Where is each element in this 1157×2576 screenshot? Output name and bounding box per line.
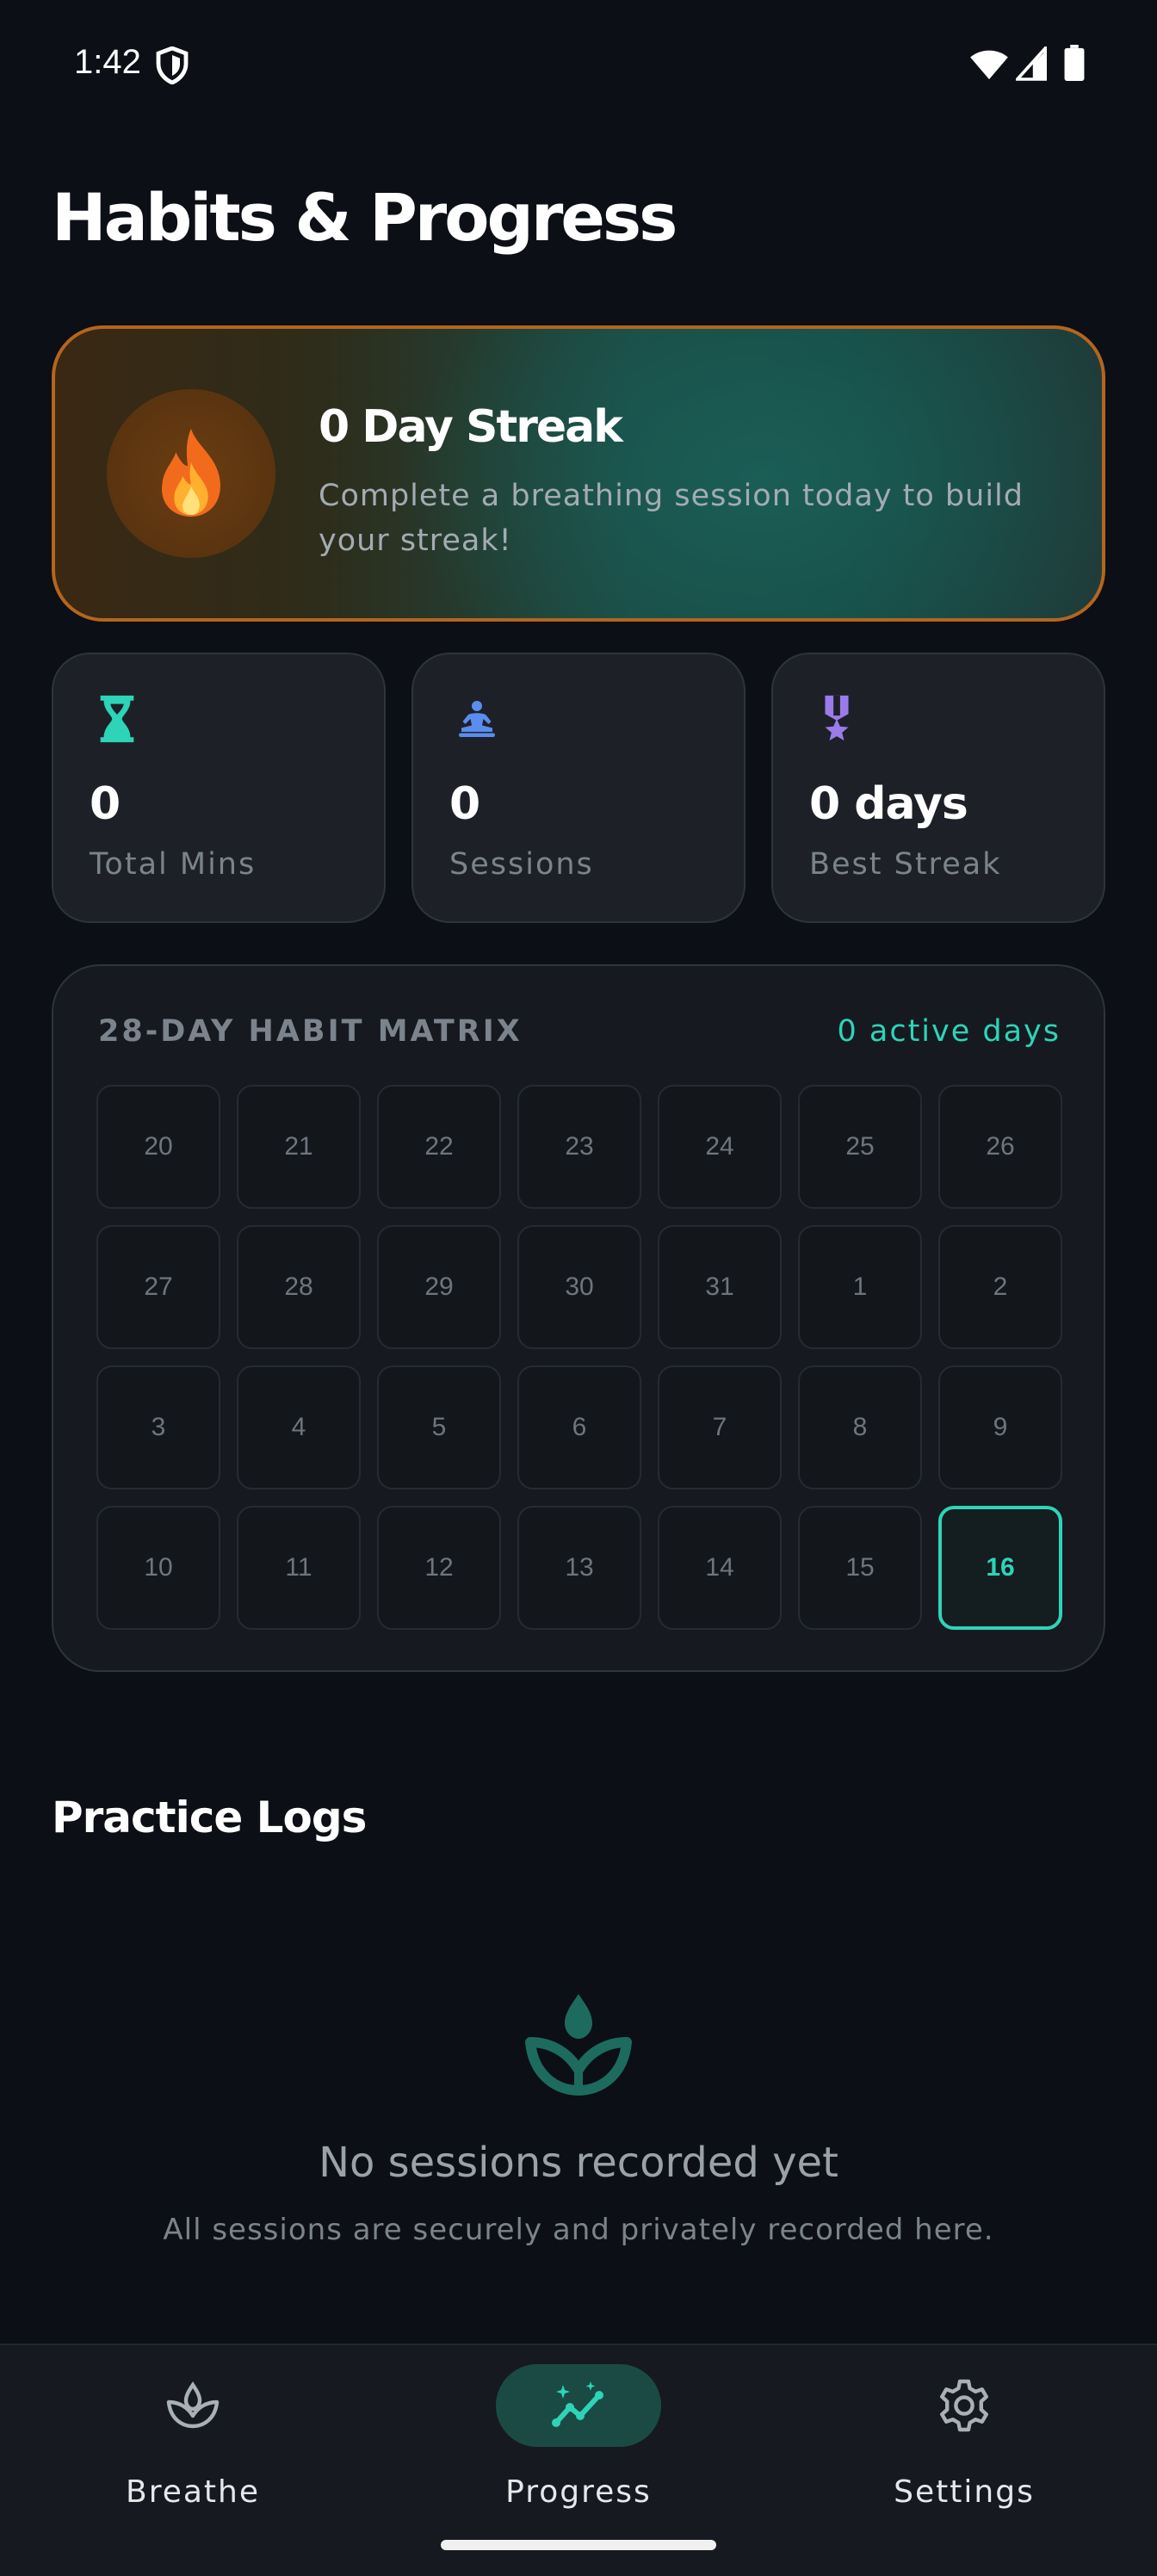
stat-card-total-mins: 0 Total Mins (52, 653, 386, 923)
stat-card-best-streak: 0 days Best Streak (771, 653, 1105, 923)
day-cell: 30 (517, 1225, 641, 1349)
stat-value: 0 (90, 778, 121, 830)
stat-value: 0 (449, 778, 480, 830)
nav-item-breathe[interactable]: Breathe (0, 2345, 386, 2576)
matrix-title: 28-DAY HABIT MATRIX (98, 1014, 523, 1049)
day-cell: 24 (658, 1085, 782, 1209)
medal-icon (825, 695, 849, 741)
nav-label: Settings (894, 2474, 1035, 2510)
status-bar: 1:42 (0, 0, 1157, 129)
leaf-sprout-icon (525, 1994, 632, 2096)
nav-item-settings[interactable]: Settings (771, 2345, 1157, 2576)
shield-icon (156, 46, 189, 84)
day-cell: 26 (938, 1085, 1062, 1209)
day-cell: 13 (517, 1506, 641, 1630)
day-cell: 22 (377, 1085, 501, 1209)
day-cell: 7 (658, 1365, 782, 1489)
battery-icon (1064, 45, 1085, 81)
nav-label: Breathe (126, 2474, 260, 2510)
habit-matrix-card: 28-DAY HABIT MATRIX 0 active days 20 21 22… (52, 964, 1105, 1672)
day-cell: 28 (237, 1225, 361, 1349)
wifi-icon (970, 50, 1008, 80)
empty-state-description: All sessions are securely and privately … (163, 2213, 994, 2247)
day-cell: 23 (517, 1085, 641, 1209)
day-cell: 10 (96, 1506, 220, 1630)
day-cell: 20 (96, 1085, 220, 1209)
day-cell: 29 (377, 1225, 501, 1349)
stat-label: Total Mins (90, 847, 257, 882)
nav-label: Progress (505, 2474, 652, 2510)
habit-matrix-grid: 20 21 22 23 24 25 26 27 28 29 30 31 1 2 3 4 5 6 7 8 9 10 11 12 1… (96, 1085, 1062, 1630)
active-days-count: 0 active days (837, 1014, 1061, 1049)
gear-icon (940, 2379, 988, 2432)
home-indicator (441, 2540, 716, 2550)
day-cell: 12 (377, 1506, 501, 1630)
stat-label: Sessions (449, 847, 594, 882)
cellular-signal-icon (1016, 46, 1047, 81)
streak-card: 0 Day Streak Complete a breathing sessio… (52, 325, 1105, 622)
streak-title: 0 Day Streak (319, 401, 623, 453)
day-cell: 5 (377, 1365, 501, 1489)
day-cell-today: 16 (938, 1506, 1062, 1630)
day-cell: 8 (798, 1365, 922, 1489)
day-cell: 31 (658, 1225, 782, 1349)
flame-badge (107, 389, 275, 558)
day-cell: 2 (938, 1225, 1062, 1349)
status-time: 1:42 (74, 43, 141, 81)
practice-logs-title: Practice Logs (52, 1793, 367, 1842)
stat-card-sessions: 0 Sessions (411, 653, 746, 923)
day-cell: 27 (96, 1225, 220, 1349)
stat-label: Best Streak (809, 847, 1002, 882)
day-cell: 25 (798, 1085, 922, 1209)
stat-value: 0 days (809, 778, 968, 830)
day-cell: 15 (798, 1506, 922, 1630)
hourglass-icon (100, 695, 134, 743)
streak-description: Complete a breathing session today to bu… (319, 479, 1024, 558)
day-cell: 9 (938, 1365, 1062, 1489)
day-cell: 4 (237, 1365, 361, 1489)
day-cell: 6 (517, 1365, 641, 1489)
day-cell: 11 (237, 1506, 361, 1630)
page-title: Habits & Progress (52, 179, 677, 256)
day-cell: 21 (237, 1085, 361, 1209)
lotus-icon (166, 2381, 220, 2429)
day-cell: 1 (798, 1225, 922, 1349)
trend-icon (552, 2381, 603, 2427)
meditation-icon (459, 701, 495, 737)
flame-icon (162, 428, 220, 517)
day-cell: 3 (96, 1365, 220, 1489)
day-cell: 14 (658, 1506, 782, 1630)
empty-state-title: No sessions recorded yet (319, 2139, 838, 2187)
